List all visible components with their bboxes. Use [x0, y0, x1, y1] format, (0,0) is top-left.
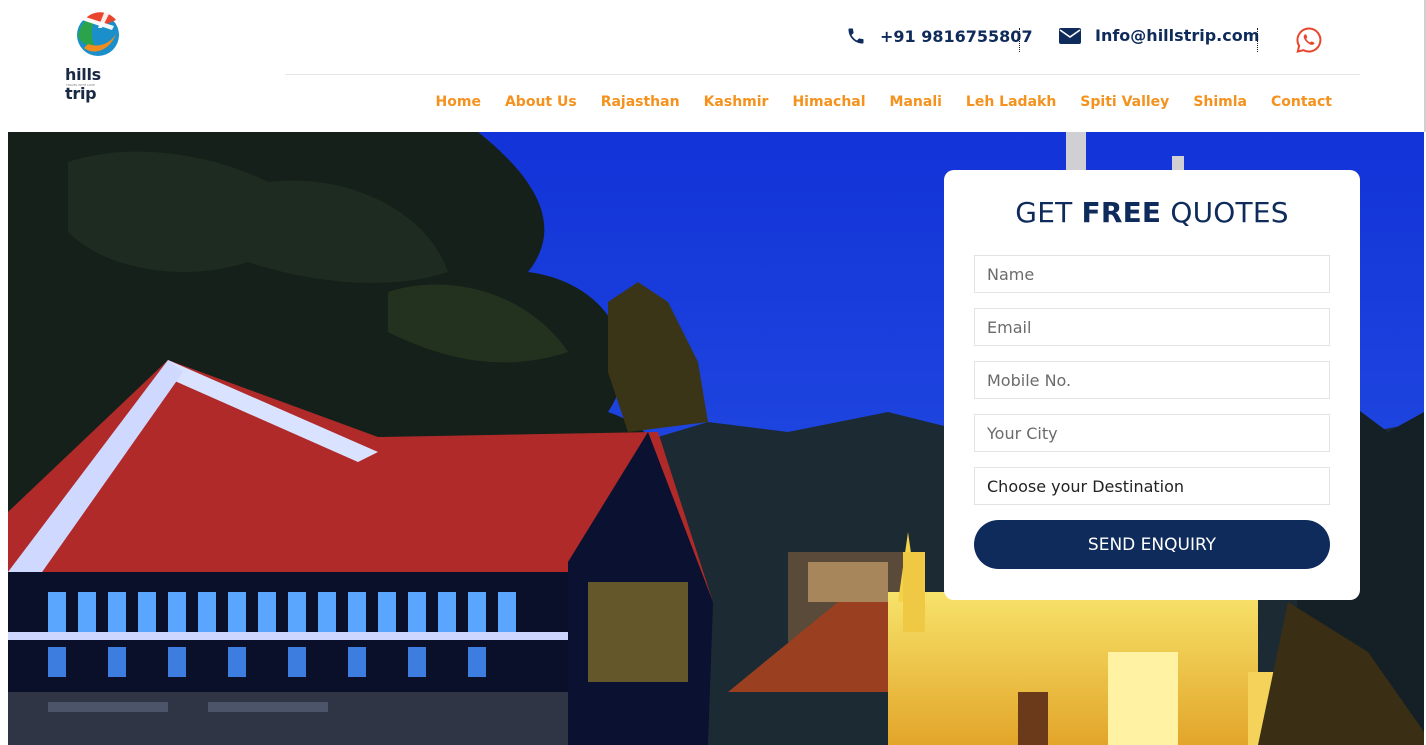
destination-select[interactable]: Choose your Destination: [974, 467, 1330, 505]
nav-rajasthan[interactable]: Rajasthan: [601, 94, 680, 110]
quote-form-card: GET FREE QUOTES Choose your Destination …: [944, 170, 1360, 600]
email-link[interactable]: Info@hillstrip.com: [1059, 26, 1259, 45]
mobile-input[interactable]: [974, 361, 1330, 399]
nav-home[interactable]: Home: [436, 94, 481, 110]
site-header: hills trip TRAVEL WITH LOVE +91 98167558…: [0, 0, 1426, 132]
header-divider: [285, 74, 1360, 75]
phone-link[interactable]: +91 9816755807: [846, 26, 1033, 46]
main-nav: Home About Us Rajasthan Kashmir Himachal…: [436, 94, 1332, 110]
quote-form-title: GET FREE QUOTES: [944, 196, 1360, 229]
email-address: Info@hillstrip.com: [1095, 26, 1260, 45]
nav-spiti-valley[interactable]: Spiti Valley: [1080, 94, 1169, 110]
phone-number: +91 9816755807: [880, 26, 1033, 46]
send-enquiry-button[interactable]: SEND ENQUIRY: [974, 520, 1330, 569]
title-suffix: QUOTES: [1170, 196, 1289, 229]
envelope-icon: [1059, 27, 1081, 44]
email-input[interactable]: [974, 308, 1330, 346]
name-input[interactable]: [974, 255, 1330, 293]
title-bold: FREE: [1081, 196, 1162, 229]
divider: [1019, 28, 1020, 52]
nav-kashmir[interactable]: Kashmir: [704, 94, 769, 110]
nav-himachal[interactable]: Himachal: [792, 94, 865, 110]
title-prefix: GET: [1015, 196, 1073, 229]
nav-manali[interactable]: Manali: [890, 94, 942, 110]
nav-about-us[interactable]: About Us: [505, 94, 577, 110]
whatsapp-icon: [1296, 27, 1322, 53]
nav-contact[interactable]: Contact: [1271, 94, 1332, 110]
nav-leh-ladakh[interactable]: Leh Ladakh: [966, 94, 1056, 110]
plane-globe-logo-icon: [76, 8, 119, 56]
phone-icon: [848, 28, 864, 44]
nav-shimla[interactable]: Shimla: [1193, 94, 1247, 110]
divider: [1257, 28, 1258, 52]
city-input[interactable]: [974, 414, 1330, 452]
logo[interactable]: hills trip TRAVEL WITH LOVE: [64, 6, 136, 103]
logo-tagline: TRAVEL WITH LOVE: [66, 83, 95, 87]
destination-selected-value: Choose your Destination: [987, 476, 1185, 496]
whatsapp-button[interactable]: [1295, 26, 1323, 58]
